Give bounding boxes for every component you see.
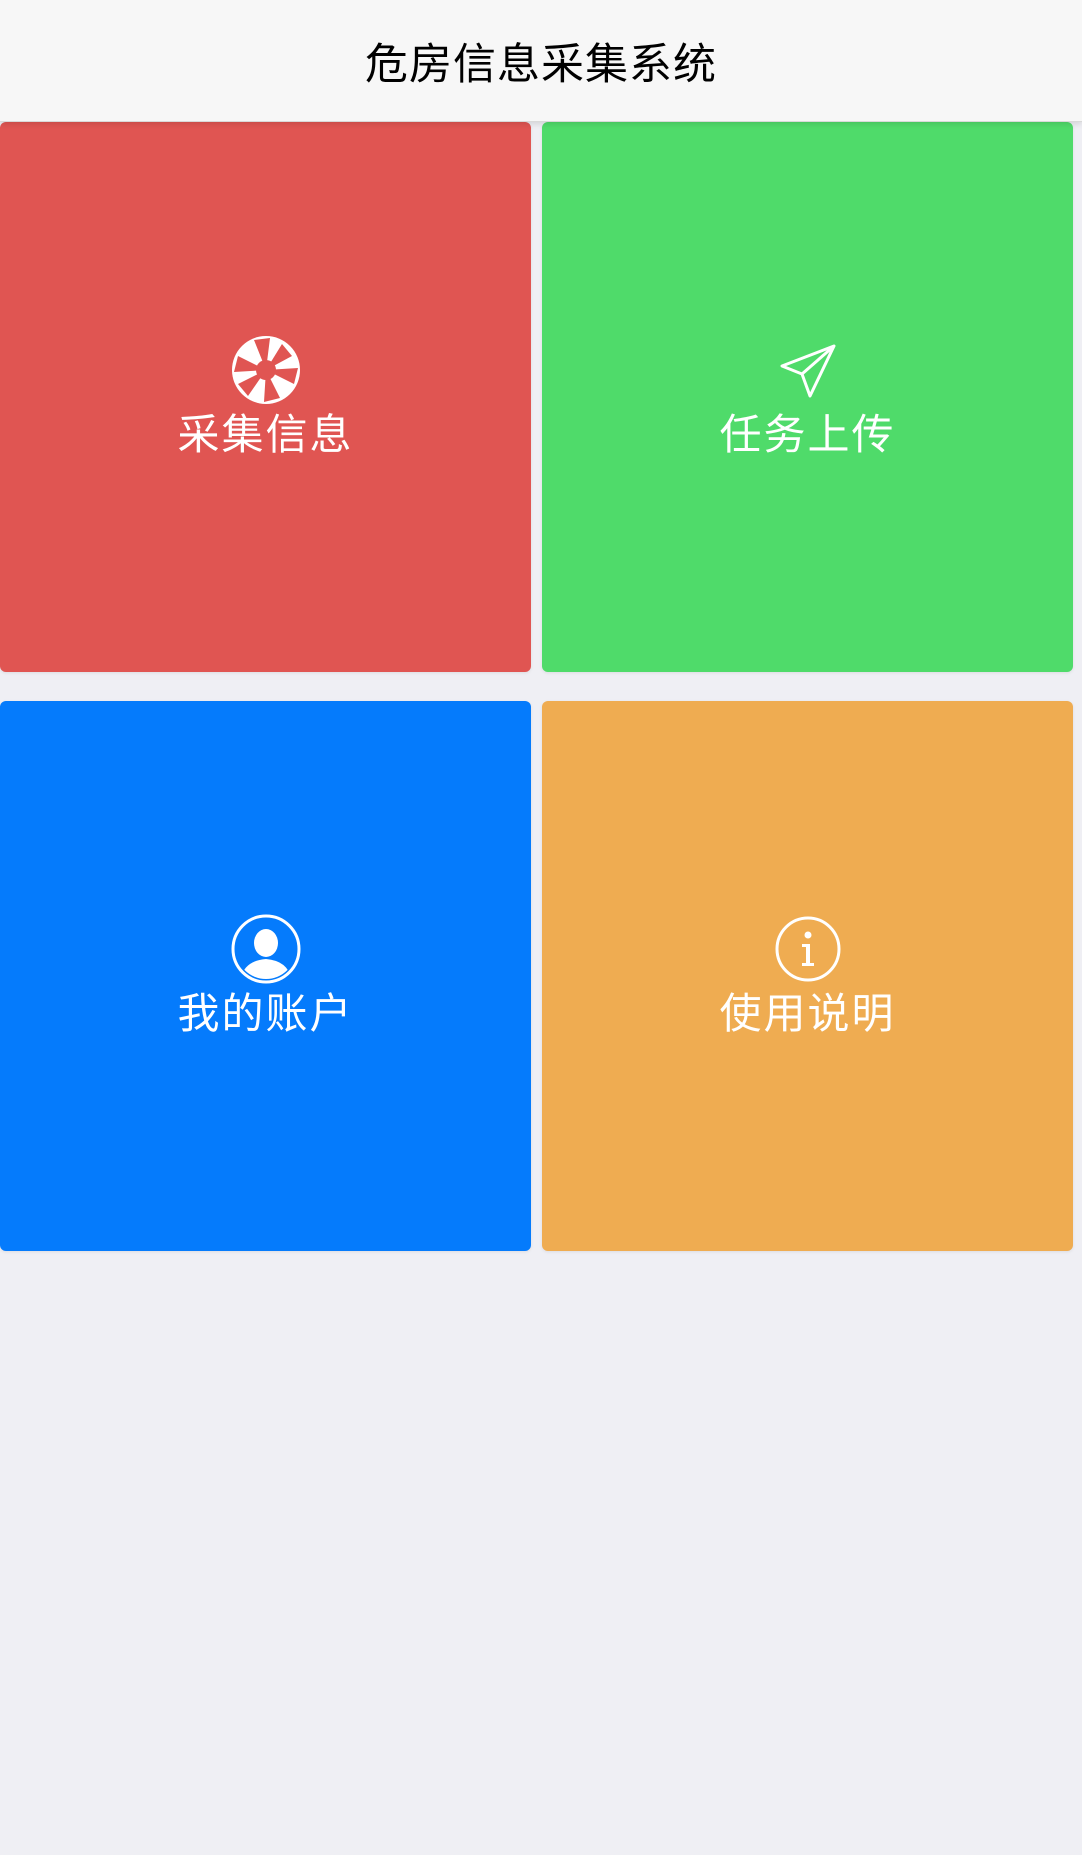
user-circle-icon [230,913,302,985]
instructions-label: 使用说明 [719,988,896,1038]
collect-info-label: 采集信息 [177,409,354,459]
my-account-tile[interactable]: 我的账户 [0,701,531,1251]
instructions-tile[interactable]: 使用说明 [542,701,1073,1251]
task-upload-label: 任务上传 [719,409,896,459]
aperture-icon [230,334,302,406]
collect-info-tile[interactable]: 采集信息 [0,122,531,672]
my-account-label: 我的账户 [177,988,354,1038]
nav-bar: 危房信息采集系统 [0,0,1082,122]
paper-plane-icon [772,334,844,406]
info-circle-icon [772,913,844,985]
page-title: 危房信息采集系统 [365,39,717,90]
task-upload-tile[interactable]: 任务上传 [542,122,1073,672]
